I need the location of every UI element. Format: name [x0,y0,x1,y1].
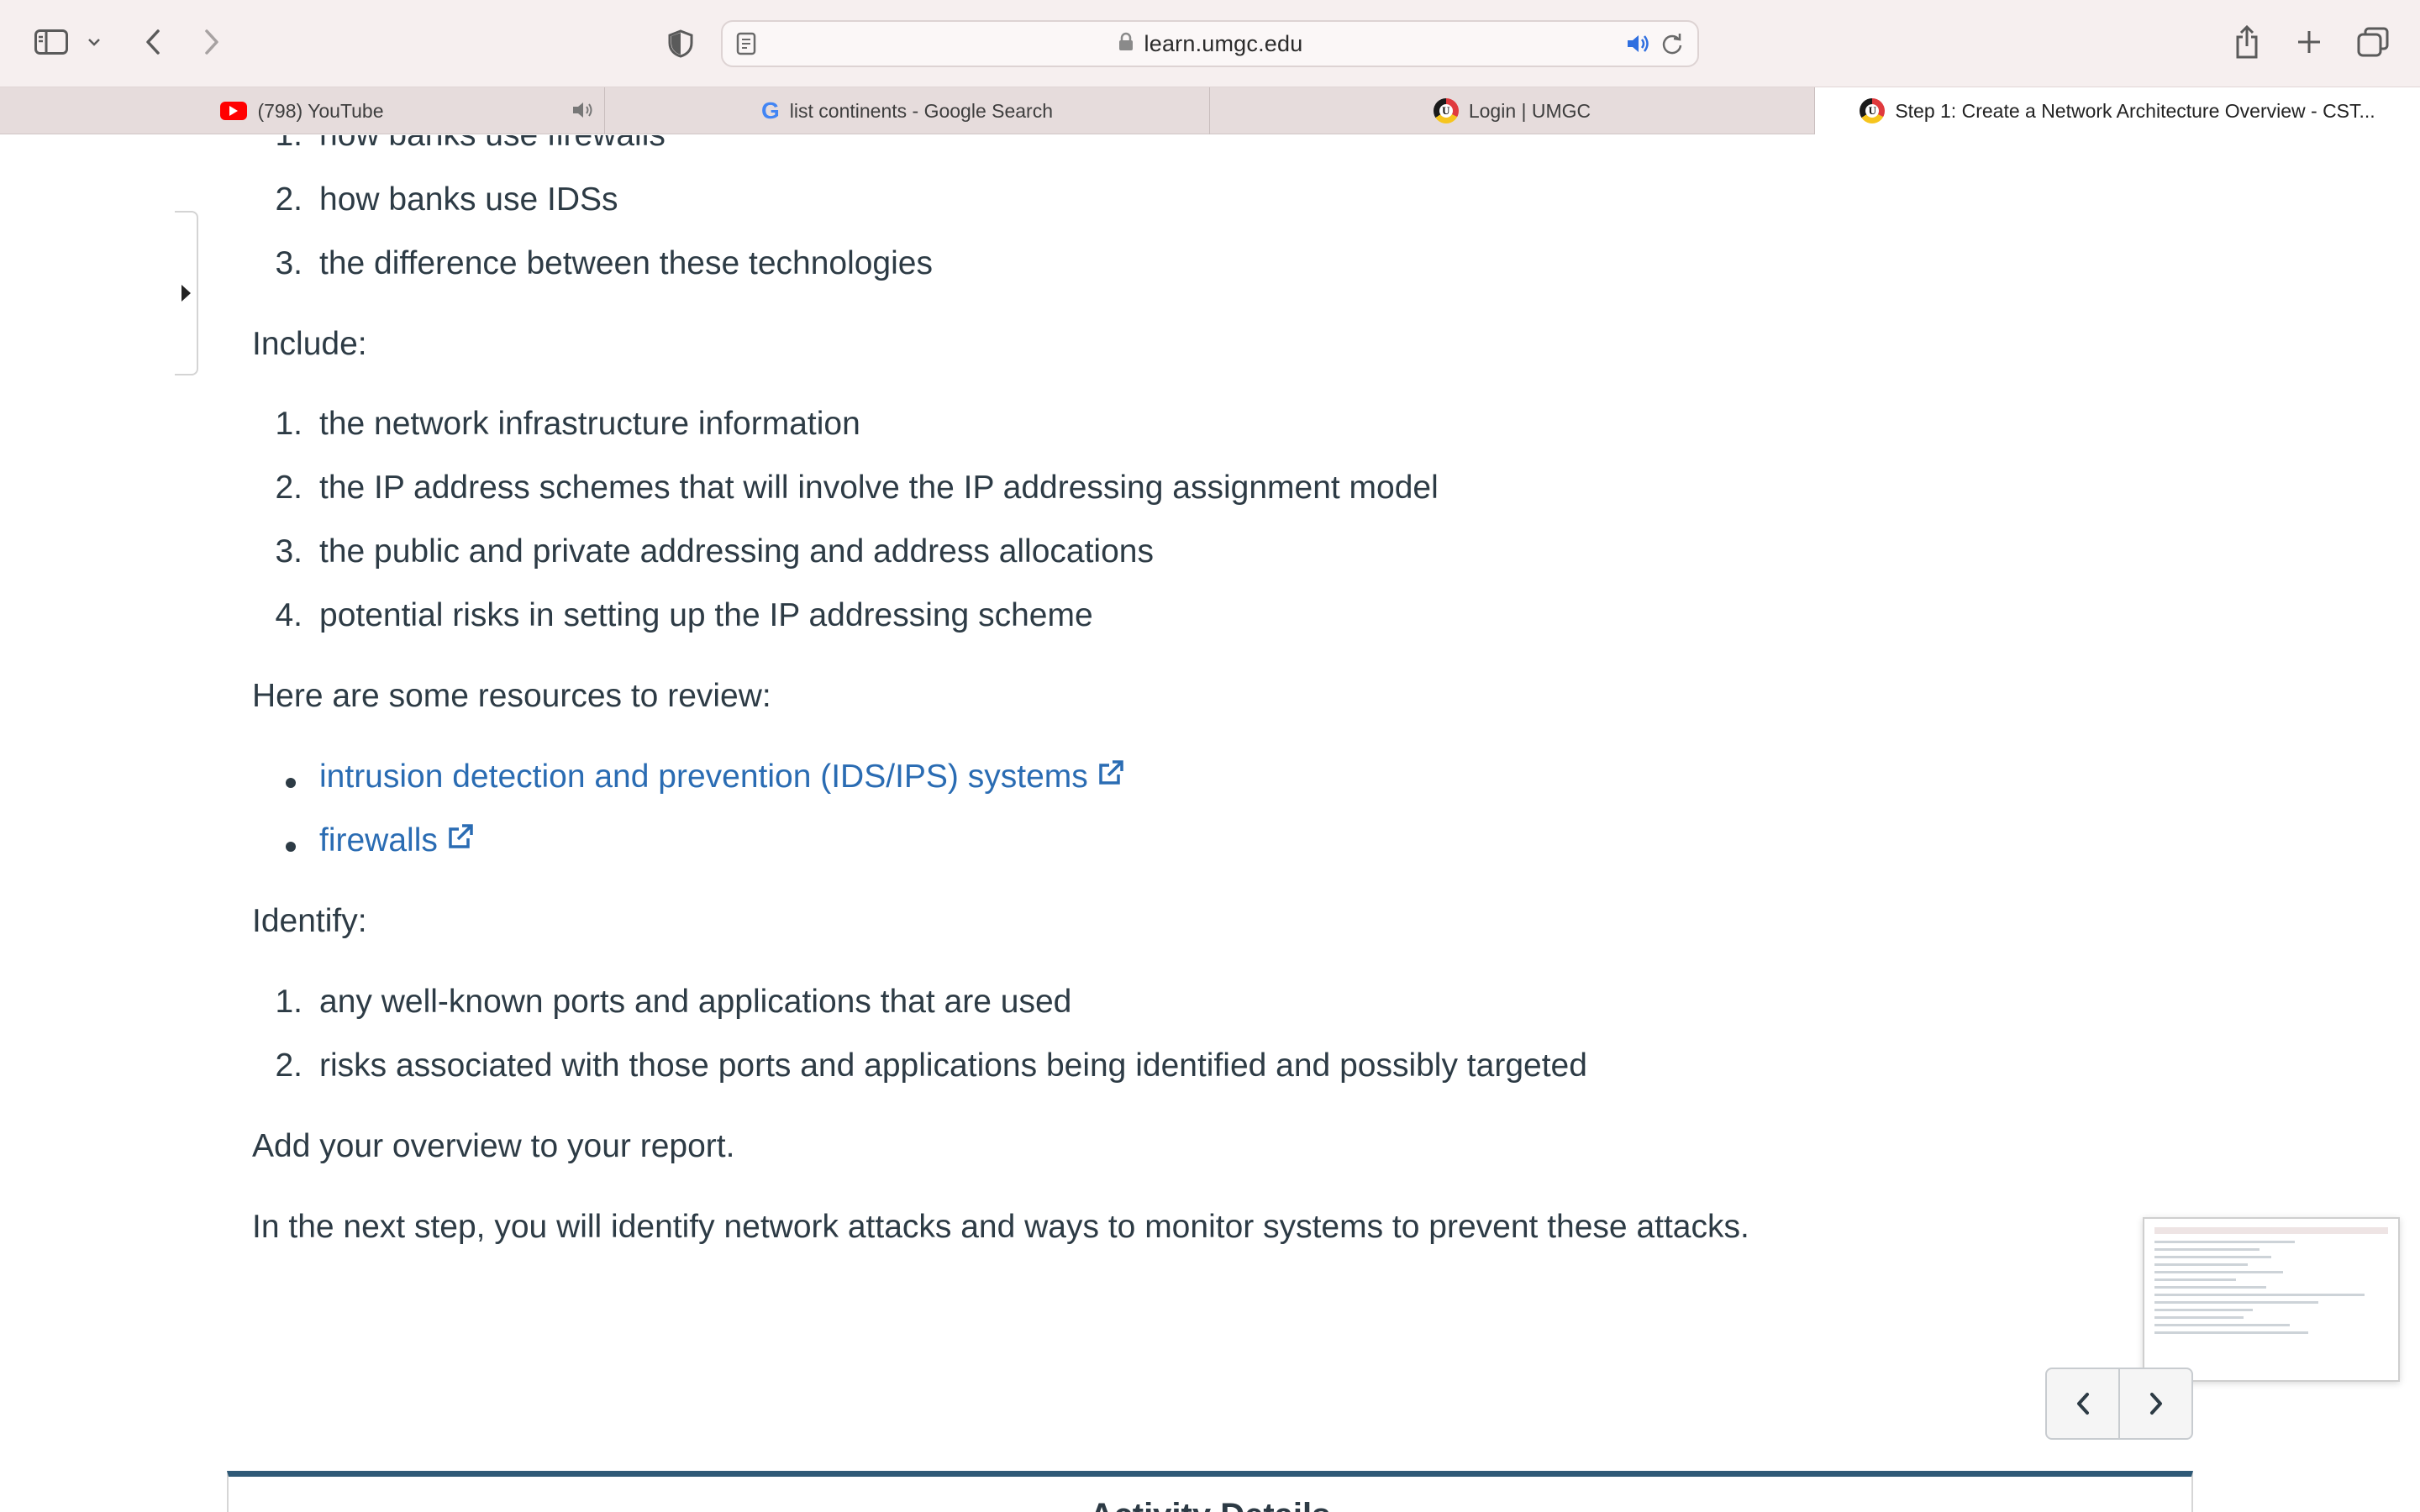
tab-google-search[interactable]: G list continents - Google Search [605,87,1210,134]
paragraph: Add your overview to your report. [252,1128,735,1164]
chevron-right-icon [2149,1393,2162,1415]
external-link-icon [1097,759,1125,795]
umgc-icon: U [1433,98,1459,123]
link-firewalls[interactable]: firewalls [319,822,475,859]
chevron-left-icon [2076,1393,2089,1415]
browser-toolbar: learn.umgc.edu [0,0,2420,87]
section-heading: Include: [252,326,367,362]
tab-umgc-login[interactable]: U Login | UMGC [1210,87,1815,134]
section-heading: Identify: [252,903,367,939]
paragraph: In the next step, you will identify netw… [252,1209,1749,1245]
url-text: learn.umgc.edu [1144,30,1303,56]
chevron-down-icon[interactable] [82,29,106,55]
page-content: 1.how banks use firewalls 2.how banks us… [0,135,2420,1512]
tab-overview-icon[interactable] [2353,24,2393,60]
activity-details-title: Activity Details [229,1497,2191,1512]
triangle-right-icon [181,285,191,302]
address-bar[interactable]: learn.umgc.edu [721,20,1699,67]
list-item: 2. risks associated with those ports and … [275,1047,1587,1084]
new-tab-icon[interactable] [2291,24,2328,60]
bullet-dot [286,842,296,852]
collapse-drawer-button[interactable] [175,211,198,375]
tab-step-1[interactable]: U Step 1: Create a Network Architecture … [1815,87,2420,134]
bullet-dot [286,778,296,788]
speaker-icon[interactable] [571,99,596,126]
tab-youtube[interactable]: (798) YouTube [0,87,605,134]
list-item: 3. the difference between these technolog… [275,245,933,281]
list-item: 1.how banks use firewalls [252,135,665,154]
back-button[interactable] [134,24,171,60]
forward-button[interactable] [193,24,230,60]
link-ids-ips[interactable]: intrusion detection and prevention (IDS/… [319,759,1125,795]
youtube-icon [220,102,248,120]
section-heading: Here are some resources to review: [252,678,771,714]
activity-details-panel: Activity Details [227,1471,2193,1512]
list-item: 2. the IP address schemes that will invol… [275,470,1439,506]
tab-bar: (798) YouTube G list continents - Google… [0,87,2420,134]
list-item: 3. the public and private addressing and … [275,533,1154,570]
privacy-shield-icon[interactable] [662,25,699,62]
next-page-button[interactable] [2120,1369,2191,1438]
external-link-icon [446,822,475,859]
reload-icon[interactable] [1660,32,1684,60]
pagination [2045,1368,2193,1440]
share-icon[interactable] [2228,22,2265,62]
list-item: 1. the network infrastructure information [275,406,860,442]
list-item: 2. how banks use IDSs [275,181,618,218]
umgc-icon: U [1860,98,1886,123]
google-icon: G [761,97,780,123]
sidebar-toggle-icon[interactable] [30,24,72,60]
list-item: 1. any well-known ports and applications … [275,984,1072,1020]
screenshot-thumbnail[interactable] [2143,1217,2400,1382]
previous-page-button[interactable] [2047,1369,2120,1438]
lock-icon [1118,32,1134,56]
speaker-icon[interactable] [1625,32,1650,60]
list-item: 4. potential risks in setting up the IP a… [275,597,1093,633]
